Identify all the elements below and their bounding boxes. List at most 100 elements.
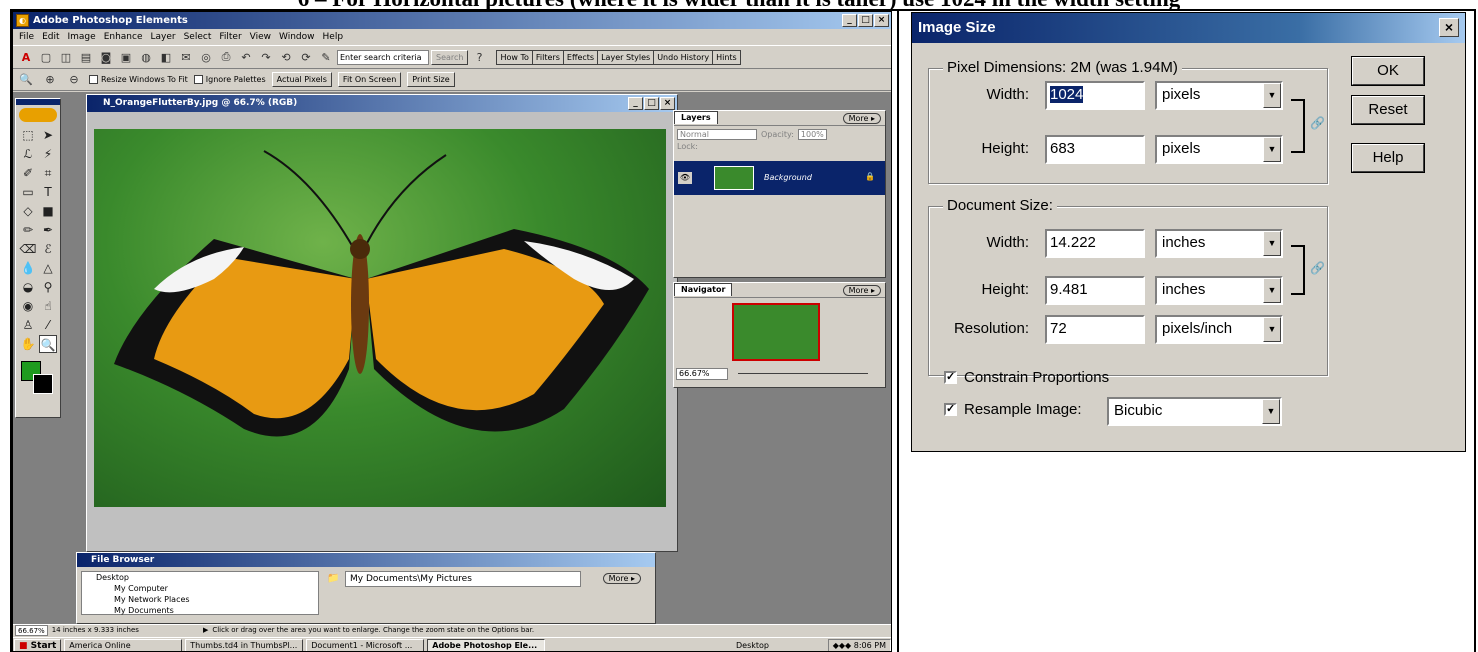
folder-path-select[interactable]: My Documents\My Pictures bbox=[345, 571, 581, 587]
step-backward-icon[interactable]: ⟲ bbox=[277, 48, 295, 66]
tab-undo-history[interactable]: Undo History bbox=[654, 49, 714, 65]
butterfly-photo[interactable] bbox=[94, 129, 666, 507]
folder-up-icon[interactable]: 📁 bbox=[327, 573, 339, 584]
actual-pixels-button[interactable]: Actual Pixels bbox=[271, 72, 332, 87]
help-button[interactable]: Help bbox=[1352, 144, 1424, 172]
zoom-tool-active-icon[interactable]: 🔍 bbox=[39, 335, 57, 353]
pencil-tool-icon[interactable]: ✏ bbox=[19, 221, 37, 239]
menu-select[interactable]: Select bbox=[180, 32, 216, 42]
tree-item-my-computer[interactable]: My Computer bbox=[82, 583, 318, 594]
navigator-more-button[interactable]: More ▸ bbox=[842, 285, 881, 296]
chevron-down-icon[interactable]: ▼ bbox=[1263, 137, 1281, 162]
resize-windows-checkbox[interactable]: Resize Windows To Fit bbox=[89, 75, 188, 84]
desktop-toolbar-label[interactable]: Desktop bbox=[736, 641, 769, 650]
maximize-icon[interactable]: □ bbox=[858, 14, 873, 27]
camera-icon[interactable]: ◙ bbox=[97, 48, 115, 66]
red-eye-tool-icon[interactable]: ◉ bbox=[19, 297, 37, 315]
blend-mode-select[interactable]: Normal bbox=[677, 128, 757, 140]
menu-filter[interactable]: Filter bbox=[215, 32, 245, 42]
marquee-tool-icon[interactable]: ⬚ bbox=[19, 126, 37, 144]
paint-bucket-icon[interactable]: ◇ bbox=[19, 202, 37, 220]
layer-row-background[interactable]: 👁 Background 🔒 bbox=[674, 161, 885, 195]
navigator-zoom-slider[interactable] bbox=[738, 373, 868, 374]
pixel-height-input[interactable]: 683 bbox=[1045, 135, 1145, 164]
check-icon[interactable]: ✓ bbox=[944, 371, 957, 384]
constrain-proportions-checkbox[interactable]: ✓ Constrain Proportions bbox=[944, 369, 1109, 386]
navigator-thumbnail[interactable] bbox=[732, 303, 820, 361]
eraser-tool-icon[interactable]: ⌫ bbox=[19, 240, 37, 258]
chevron-down-icon[interactable]: ▼ bbox=[1263, 83, 1281, 108]
tab-effects[interactable]: Effects bbox=[563, 49, 599, 65]
resample-image-checkbox[interactable]: ✓ Resample Image: bbox=[944, 401, 1082, 418]
minimize-icon[interactable]: _ bbox=[842, 14, 857, 27]
magic-wand-icon[interactable]: ⚡ bbox=[39, 145, 57, 163]
hand-tool-icon[interactable]: ✋ bbox=[19, 335, 37, 353]
check-icon[interactable]: ✓ bbox=[944, 403, 957, 416]
eye-icon[interactable]: 👁 bbox=[678, 172, 692, 184]
menu-layer[interactable]: Layer bbox=[147, 32, 180, 42]
open-icon[interactable]: ◫ bbox=[57, 48, 75, 66]
start-button[interactable]: ■ Start bbox=[14, 638, 62, 651]
opacity-input[interactable]: 100% bbox=[797, 128, 827, 140]
close-icon[interactable]: × bbox=[874, 14, 889, 27]
move-tool-icon[interactable]: ➤ bbox=[39, 126, 57, 144]
task-america-online[interactable]: America Online bbox=[64, 638, 183, 651]
navigator-zoom-input[interactable]: 66.67% bbox=[676, 368, 728, 380]
layers-tab[interactable]: Layers bbox=[674, 111, 718, 124]
task-thumbsplus[interactable]: Thumbs.td4 in ThumbsPl... bbox=[185, 638, 304, 651]
pixel-width-unit-select[interactable]: pixels ▼ bbox=[1155, 81, 1283, 110]
lasso-tool-icon[interactable]: ℒ bbox=[19, 145, 37, 163]
status-arrow-icon[interactable]: ▶ bbox=[203, 625, 208, 636]
clone-stamp-icon[interactable]: ♙ bbox=[19, 316, 37, 334]
search-button[interactable]: Search bbox=[431, 49, 469, 65]
resolution-unit-select[interactable]: pixels/inch ▼ bbox=[1155, 315, 1283, 344]
type-tool-icon[interactable]: T bbox=[39, 183, 57, 201]
pixel-height-unit-select[interactable]: pixels ▼ bbox=[1155, 135, 1283, 164]
menu-help[interactable]: Help bbox=[319, 32, 348, 42]
reset-button[interactable]: Reset bbox=[1352, 96, 1424, 124]
tab-hints[interactable]: Hints bbox=[713, 49, 741, 65]
shape-tool-icon[interactable]: ▭ bbox=[19, 183, 37, 201]
ignore-palettes-box[interactable] bbox=[193, 75, 203, 84]
sponge-tool-icon[interactable]: ◒ bbox=[19, 278, 37, 296]
step-forward-icon[interactable]: ⟳ bbox=[297, 48, 315, 66]
doc-height-input[interactable]: 9.481 bbox=[1045, 276, 1145, 305]
layers-more-button[interactable]: More ▸ bbox=[842, 113, 881, 124]
task-photoshop-elements[interactable]: Adobe Photoshop Ele... bbox=[427, 638, 546, 651]
menu-enhance[interactable]: Enhance bbox=[100, 32, 147, 42]
impressionist-brush-icon[interactable]: ℰ bbox=[39, 240, 57, 258]
print-icon[interactable]: ⎙ bbox=[217, 48, 235, 66]
navigator-tab[interactable]: Navigator bbox=[674, 283, 733, 296]
undo-icon[interactable]: ↶ bbox=[237, 48, 255, 66]
sharpen-tool-icon[interactable]: △ bbox=[39, 259, 57, 277]
tab-filters[interactable]: Filters bbox=[532, 49, 564, 65]
menu-image[interactable]: Image bbox=[64, 32, 100, 42]
tree-item-desktop[interactable]: Desktop bbox=[82, 572, 318, 583]
doc-close-icon[interactable]: × bbox=[660, 97, 675, 110]
menu-view[interactable]: View bbox=[246, 32, 275, 42]
file-browser-more-button[interactable]: More ▸ bbox=[602, 573, 641, 584]
status-zoom[interactable]: 66.67% bbox=[15, 625, 48, 636]
task-word-document[interactable]: Document1 - Microsoft ... bbox=[306, 638, 425, 651]
doc-height-unit-select[interactable]: inches ▼ bbox=[1155, 276, 1283, 305]
save-icon[interactable]: ▣ bbox=[117, 48, 135, 66]
menu-window[interactable]: Window bbox=[275, 32, 319, 42]
dodge-tool-icon[interactable]: ⚲ bbox=[39, 278, 57, 296]
gradient-tool-icon[interactable]: ■ bbox=[39, 202, 57, 220]
email-icon[interactable]: ✉ bbox=[177, 48, 195, 66]
brush-tool-icon[interactable]: ✒ bbox=[39, 221, 57, 239]
adobe-icon[interactable]: A bbox=[17, 48, 35, 66]
new-file-icon[interactable]: ▢ bbox=[37, 48, 55, 66]
ignore-palettes-checkbox[interactable]: Ignore Palettes bbox=[193, 75, 266, 84]
doc-minimize-icon[interactable]: _ bbox=[628, 97, 643, 110]
resize-windows-box[interactable] bbox=[89, 75, 98, 84]
doc-width-unit-select[interactable]: inches ▼ bbox=[1155, 229, 1283, 258]
tray-icons[interactable]: ◆◆◆ bbox=[833, 641, 851, 650]
quick-fix-icon[interactable]: ✎ bbox=[317, 48, 335, 66]
chevron-down-icon[interactable]: ▼ bbox=[1263, 278, 1281, 303]
chevron-down-icon[interactable]: ▼ bbox=[1263, 317, 1281, 342]
tree-item-my-documents[interactable]: My Documents bbox=[82, 605, 318, 616]
dialog-close-icon[interactable]: × bbox=[1439, 18, 1459, 37]
doc-width-input[interactable]: 14.222 bbox=[1045, 229, 1145, 258]
tab-layer-styles[interactable]: Layer Styles bbox=[598, 49, 655, 65]
